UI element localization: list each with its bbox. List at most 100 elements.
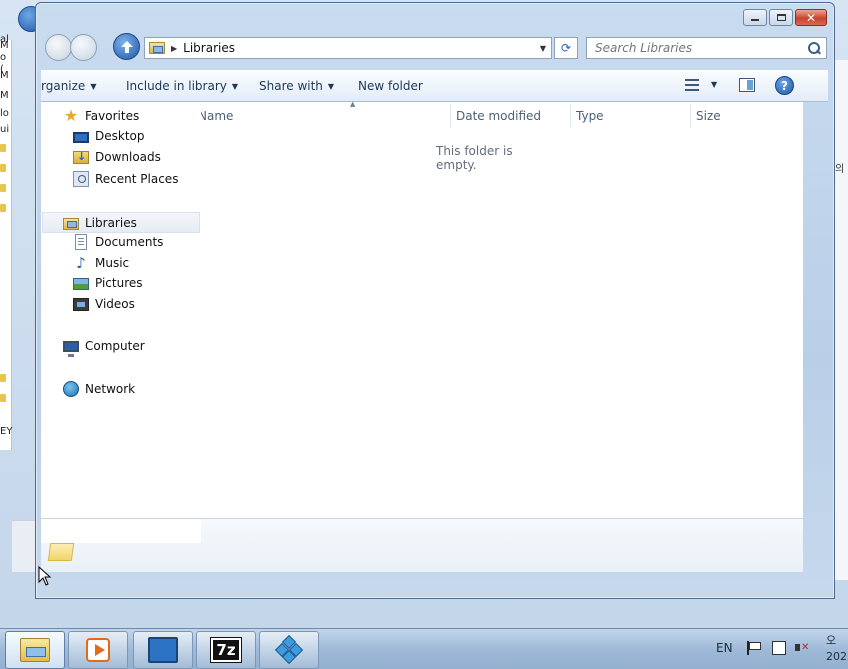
folder-icon — [0, 374, 6, 382]
bg-fragment: ui — [0, 124, 10, 135]
change-view-icon[interactable] — [685, 79, 699, 91]
nav-computer[interactable]: Computer — [63, 339, 145, 357]
pictures-icon — [73, 278, 89, 290]
volume-muted-icon[interactable] — [795, 641, 809, 655]
libraries-icon — [149, 42, 165, 54]
taskbar-remote-desktop-button[interactable] — [133, 631, 193, 669]
network-status-icon[interactable] — [772, 641, 786, 655]
clock[interactable]: 오 202 — [826, 633, 847, 665]
search-input[interactable] — [593, 40, 803, 56]
nav-label: Favorites — [85, 109, 140, 123]
nav-documents[interactable]: Documents — [73, 234, 163, 250]
preview-pane-icon[interactable] — [739, 78, 755, 92]
chevron-down-icon: ▼ — [327, 82, 335, 91]
music-note-icon: ♪ — [76, 254, 86, 272]
column-name[interactable]: Name — [198, 109, 233, 123]
nav-videos[interactable]: Videos — [73, 297, 135, 311]
forward-button[interactable] — [70, 34, 97, 61]
minimize-icon — [751, 19, 759, 21]
clock-time: 오 — [826, 634, 837, 647]
bg-fragment: M — [0, 70, 9, 81]
folder-icon — [0, 144, 6, 152]
nav-favorites[interactable]: ★ Favorites — [63, 108, 139, 124]
refresh-icon: ⟳ — [560, 41, 572, 55]
close-icon: ✕ — [805, 10, 817, 25]
details-pane — [41, 518, 803, 572]
details-pane-divider — [41, 519, 201, 543]
column-divider[interactable] — [450, 104, 451, 128]
nav-label: Videos — [95, 297, 135, 311]
refresh-button[interactable]: ⟳ — [554, 37, 578, 59]
nav-label: Network — [85, 382, 136, 396]
new-folder-button[interactable]: New folder — [358, 79, 423, 93]
up-button[interactable] — [113, 33, 140, 60]
mouse-cursor-icon — [38, 566, 52, 586]
computer-icon — [63, 341, 79, 357]
breadcrumb-libraries[interactable]: Libraries — [183, 41, 235, 55]
navigation-pane: ★ Favorites Desktop Downloads Recent Plac… — [41, 102, 201, 542]
7zip-icon: 7z — [210, 637, 242, 663]
nav-label: Recent Places — [95, 172, 179, 186]
view-options-dropdown-icon[interactable]: ▼ — [711, 80, 717, 89]
taskbar-7zip-button[interactable]: 7z — [196, 631, 256, 669]
videos-icon — [73, 297, 89, 311]
folder-icon — [0, 394, 6, 402]
taskbar-regedit-button[interactable] — [259, 631, 319, 669]
caption-buttons: ✕ — [743, 9, 827, 26]
documents-icon — [75, 234, 87, 250]
column-type[interactable]: Type — [576, 109, 604, 123]
explorer-icon — [20, 638, 50, 662]
language-indicator[interactable]: EN — [716, 641, 733, 655]
nav-label: Pictures — [95, 276, 143, 290]
taskbar-media-player-button[interactable] — [68, 631, 128, 669]
bg-fragment: al — [0, 34, 9, 45]
bg-fragment: EY — [0, 426, 13, 437]
column-size[interactable]: Size — [696, 109, 721, 123]
media-player-icon — [86, 638, 110, 662]
nav-desktop[interactable]: Desktop — [73, 129, 145, 143]
close-button[interactable]: ✕ — [795, 9, 827, 26]
address-bar[interactable]: ▶ Libraries ▼ — [144, 37, 552, 59]
registry-editor-icon — [274, 634, 304, 665]
chevron-down-icon: ▼ — [90, 82, 97, 91]
clock-date: 202 — [826, 650, 847, 663]
action-center-flag-icon[interactable] — [746, 641, 761, 655]
background-status-area — [12, 520, 36, 572]
up-arrow-icon — [120, 40, 133, 53]
column-divider[interactable] — [690, 104, 691, 128]
breadcrumb-separator-icon[interactable]: ▶ — [171, 44, 177, 53]
maximize-button[interactable] — [769, 9, 793, 26]
nav-label: Downloads — [95, 150, 161, 164]
nav-network[interactable]: Network — [63, 381, 135, 397]
nav-label: Desktop — [95, 129, 145, 143]
remote-desktop-icon — [148, 637, 178, 663]
nav-music[interactable]: ♪ Music — [73, 255, 129, 271]
bg-fragment: M — [0, 90, 9, 101]
address-dropdown-icon[interactable]: ▼ — [535, 44, 551, 53]
search-box[interactable] — [586, 37, 827, 59]
nav-recent-places[interactable]: Recent Places — [73, 171, 178, 187]
share-with-menu[interactable]: Share with ▼ — [259, 79, 334, 93]
nav-libraries[interactable]: Libraries — [42, 212, 200, 233]
minimize-button[interactable] — [743, 9, 767, 26]
nav-label: Documents — [95, 235, 164, 249]
column-divider[interactable] — [570, 104, 571, 128]
column-date-modified[interactable]: Date modified — [456, 109, 541, 123]
network-icon — [63, 381, 79, 397]
share-label: Share with — [259, 79, 323, 93]
recent-places-icon — [73, 171, 89, 187]
nav-downloads[interactable]: Downloads — [73, 150, 161, 164]
help-icon[interactable]: ? — [775, 76, 794, 95]
back-button[interactable] — [45, 34, 72, 61]
organize-menu[interactable]: rganize ▼ — [41, 79, 96, 93]
organize-label: rganize — [41, 79, 86, 93]
nav-pictures[interactable]: Pictures — [73, 276, 143, 290]
nav-label: Music — [95, 256, 130, 270]
include-in-library-menu[interactable]: Include in library ▼ — [126, 79, 238, 93]
folder-icon — [0, 184, 6, 192]
star-icon: ★ — [63, 106, 79, 125]
taskbar: 7z EN 오 202 — [0, 628, 848, 669]
search-icon[interactable] — [808, 41, 821, 55]
taskbar-explorer-button[interactable] — [5, 631, 65, 669]
desktop-icon — [73, 131, 89, 143]
